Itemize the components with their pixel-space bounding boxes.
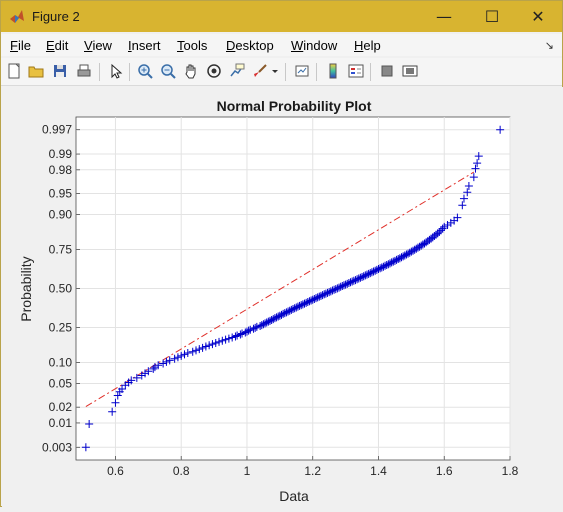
close-button[interactable]: ✕ [515, 1, 561, 32]
show-plot-tools-icon[interactable] [400, 61, 420, 81]
menu-file[interactable]: File [10, 38, 31, 53]
toolbar-separator [129, 63, 130, 81]
legend-icon[interactable] [346, 61, 366, 81]
dock-arrow-icon[interactable]: ↘ [545, 39, 554, 52]
matlab-logo-icon [10, 10, 24, 23]
x-tick-label: 0.6 [107, 464, 124, 478]
window-title: Figure 2 [32, 9, 80, 24]
brush-dropdown-icon[interactable] [269, 61, 281, 81]
open-file-icon[interactable] [26, 61, 46, 81]
menu-insert[interactable]: Insert [128, 38, 161, 53]
print-icon[interactable] [74, 61, 94, 81]
colorbar-icon[interactable] [323, 61, 343, 81]
x-tick-label: 1.2 [304, 464, 321, 478]
chart-title: Normal Probability Plot [217, 98, 372, 114]
pointer-icon[interactable] [105, 61, 125, 81]
menu-desktop[interactable]: Desktop [226, 38, 274, 53]
y-tick-label: 0.50 [49, 282, 73, 296]
pan-hand-icon[interactable] [181, 61, 201, 81]
toolbar-separator [99, 63, 100, 81]
x-tick-label: 1.6 [436, 464, 453, 478]
x-tick-label: 0.8 [173, 464, 190, 478]
y-tick-label: 0.98 [49, 163, 73, 177]
new-figure-icon[interactable] [4, 61, 24, 81]
hide-plot-tools-icon[interactable] [377, 61, 397, 81]
probability-plot[interactable]: 0.6 0.8 1 1.2 1.4 1.6 1.8 0.003 0.01 0.02 0.05 0.1… [2, 87, 563, 507]
brush-icon[interactable] [250, 61, 270, 81]
zoom-out-icon[interactable] [158, 61, 178, 81]
y-tick-label: 0.05 [49, 377, 73, 391]
y-tick-label: 0.01 [49, 416, 73, 430]
save-icon[interactable] [50, 61, 70, 81]
minimize-icon: — [436, 7, 452, 26]
x-axis-label: Data [279, 488, 309, 504]
menu-view[interactable]: View [84, 38, 112, 53]
y-tick-label: 0.95 [49, 186, 73, 200]
toolbar-separator [370, 63, 371, 81]
zoom-in-icon[interactable] [135, 61, 155, 81]
menu-edit[interactable]: Edit [46, 38, 68, 53]
y-tick-label: 0.02 [49, 400, 73, 414]
y-tick-label: 0.25 [49, 320, 73, 334]
figure-toolbar [1, 58, 562, 86]
toolbar-separator [285, 63, 286, 81]
toolbar-separator [316, 63, 317, 81]
y-tick-label: 0.10 [49, 356, 73, 370]
menu-bar: File Edit View Insert Tools Desktop Wind… [1, 34, 562, 56]
data-cursor-icon[interactable] [227, 61, 247, 81]
x-tick-label: 1.4 [370, 464, 387, 478]
menu-help[interactable]: Help [354, 38, 381, 53]
y-tick-label: 0.003 [42, 440, 72, 454]
maximize-icon: ☐ [484, 7, 500, 26]
y-axis-ticks: 0.003 0.01 0.02 0.05 0.10 0.25 0.50 0.75 0.90 0.9… [42, 123, 80, 454]
minimize-button[interactable]: — [421, 1, 467, 32]
y-tick-label: 0.99 [49, 147, 73, 161]
y-tick-label: 0.997 [42, 123, 72, 137]
rotate-3d-icon[interactable] [204, 61, 224, 81]
x-tick-label: 1 [244, 464, 251, 478]
figure-window: Figure 2 — ☐ ✕ File Edit View Insert Too… [0, 0, 563, 507]
maximize-button[interactable]: ☐ [469, 1, 515, 32]
close-icon: ✕ [531, 7, 545, 26]
figure-canvas: 0.6 0.8 1 1.2 1.4 1.6 1.8 0.003 0.01 0.02 0.05 0.1… [2, 87, 563, 507]
link-plot-icon[interactable] [292, 61, 312, 81]
y-axis-label: Probability [18, 256, 34, 321]
menu-window[interactable]: Window [291, 38, 337, 53]
menu-tools[interactable]: Tools [177, 38, 207, 53]
y-tick-label: 0.75 [49, 243, 73, 257]
y-tick-label: 0.90 [49, 207, 73, 221]
x-tick-label: 1.8 [502, 464, 519, 478]
title-bar[interactable]: Figure 2 — ☐ ✕ [1, 1, 562, 32]
